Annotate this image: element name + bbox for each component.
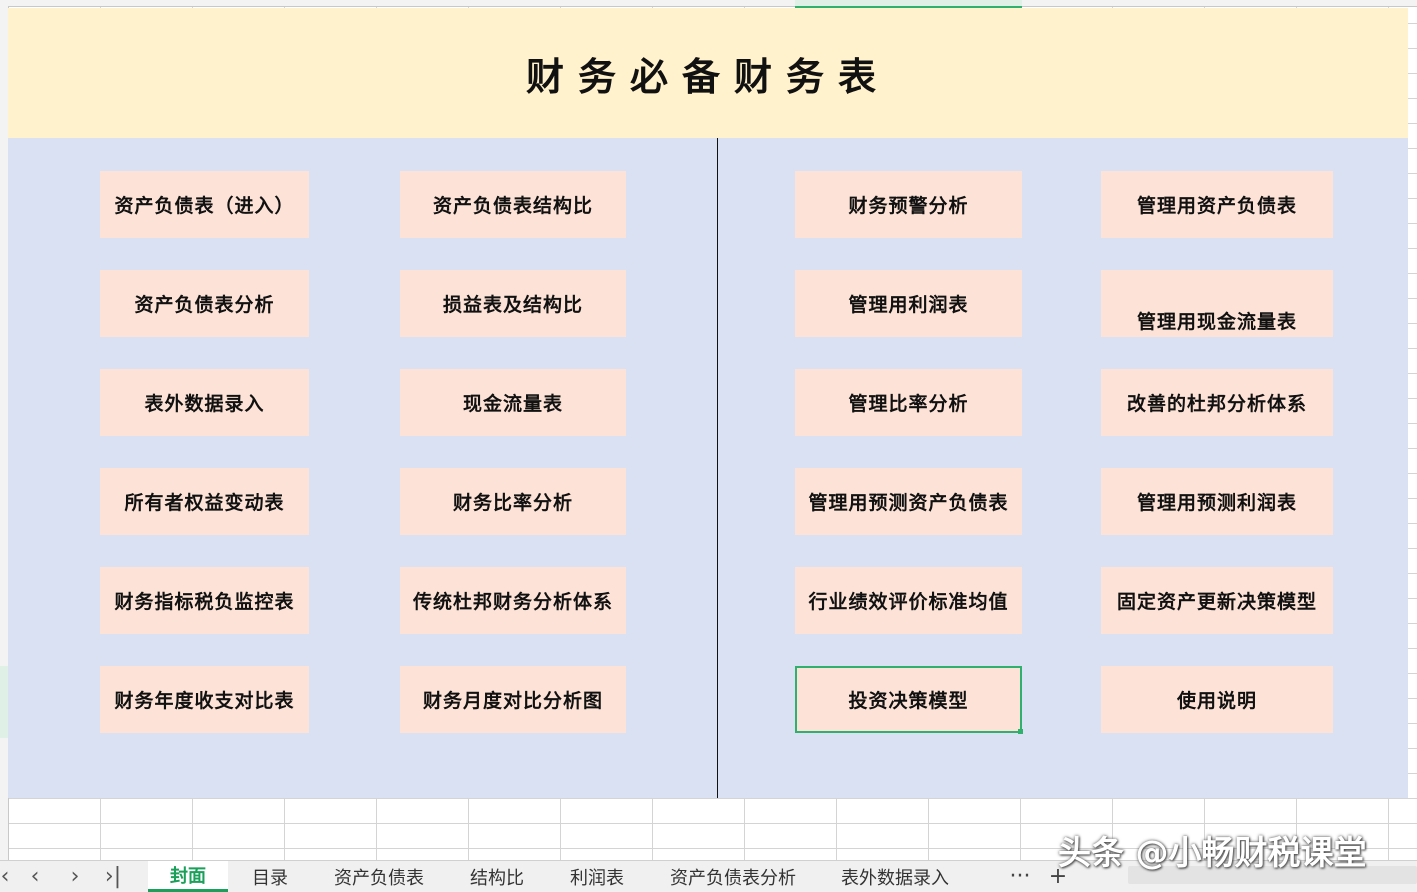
menu-button-forecast-balance-sheet[interactable]: 管理用预测资产负债表	[795, 468, 1022, 535]
scroll-next-icon[interactable]: ›	[62, 861, 88, 892]
menu-button-fixed-asset-renewal[interactable]: 固定资产更新决策模型	[1101, 567, 1333, 634]
menu-button-income-statement-structure[interactable]: 损益表及结构比	[400, 270, 626, 337]
menu-button-balance-sheet-analysis[interactable]: 资产负债表分析	[100, 270, 309, 337]
tab-contents[interactable]: 目录	[235, 861, 305, 892]
tab-structure-ratio[interactable]: 结构比	[452, 861, 542, 892]
menu-button-financial-warning[interactable]: 财务预警分析	[795, 171, 1022, 238]
menu-button-balance-sheet-structure[interactable]: 资产负债表结构比	[400, 171, 626, 238]
menu-button-managerial-balance-sheet[interactable]: 管理用资产负债表	[1101, 171, 1333, 238]
tab-balance-sheet-analysis[interactable]: 资产负债表分析	[652, 861, 814, 892]
column-header[interactable]	[0, 0, 1417, 8]
tab-balance-sheet[interactable]: 资产负债表	[318, 861, 440, 892]
menu-button-managerial-ratio[interactable]: 管理比率分析	[795, 369, 1022, 436]
tab-income-statement[interactable]: 利润表	[552, 861, 642, 892]
scroll-last-icon[interactable]: ›|	[100, 861, 126, 892]
menu-button-label: 投资决策模型	[848, 690, 969, 712]
page-title: 财务必备财务表	[525, 53, 890, 99]
menu-button-cash-flow[interactable]: 现金流量表	[400, 369, 626, 436]
menu-button-dupont-traditional[interactable]: 传统杜邦财务分析体系	[400, 567, 626, 634]
menu-button-balance-sheet-enter[interactable]: 资产负债表（进入）	[100, 171, 309, 238]
watermark: 头条 @小畅财税课堂	[1058, 833, 1367, 872]
title-band: 财务必备财务表	[8, 8, 1408, 138]
menu-button-financial-ratio[interactable]: 财务比率分析	[400, 468, 626, 535]
scroll-prev-icon[interactable]: ‹	[22, 861, 48, 892]
selected-column-indicator	[795, 0, 1022, 8]
menu-button-managerial-cash-flow[interactable]: 管理用现金流量表	[1101, 270, 1333, 337]
fill-handle[interactable]	[1018, 729, 1023, 734]
menu-button-tax-burden-monitor[interactable]: 财务指标税负监控表	[100, 567, 309, 634]
menu-button-investment-decision[interactable]: 投资决策模型	[795, 666, 1023, 734]
menu-button-equity-changes[interactable]: 所有者权益变动表	[100, 468, 309, 535]
panel-divider	[717, 138, 718, 798]
menu-button-off-sheet-data-entry[interactable]: 表外数据录入	[100, 369, 309, 436]
scroll-first-icon[interactable]: ‹	[0, 861, 18, 892]
menu-button-instructions[interactable]: 使用说明	[1101, 666, 1333, 733]
more-tabs-icon[interactable]: ···	[1004, 861, 1036, 892]
tab-cover[interactable]: 封面	[148, 861, 228, 892]
menu-button-monthly-comparison-chart[interactable]: 财务月度对比分析图	[400, 666, 626, 733]
menu-button-forecast-income[interactable]: 管理用预测利润表	[1101, 468, 1333, 535]
menu-button-improved-dupont[interactable]: 改善的杜邦分析体系	[1101, 369, 1333, 436]
tab-off-sheet-data-entry[interactable]: 表外数据录入	[822, 861, 968, 892]
menu-button-industry-benchmark[interactable]: 行业绩效评价标准均值	[795, 567, 1022, 634]
menu-button-annual-comparison[interactable]: 财务年度收支对比表	[100, 666, 309, 733]
menu-button-managerial-income[interactable]: 管理用利润表	[795, 270, 1022, 337]
